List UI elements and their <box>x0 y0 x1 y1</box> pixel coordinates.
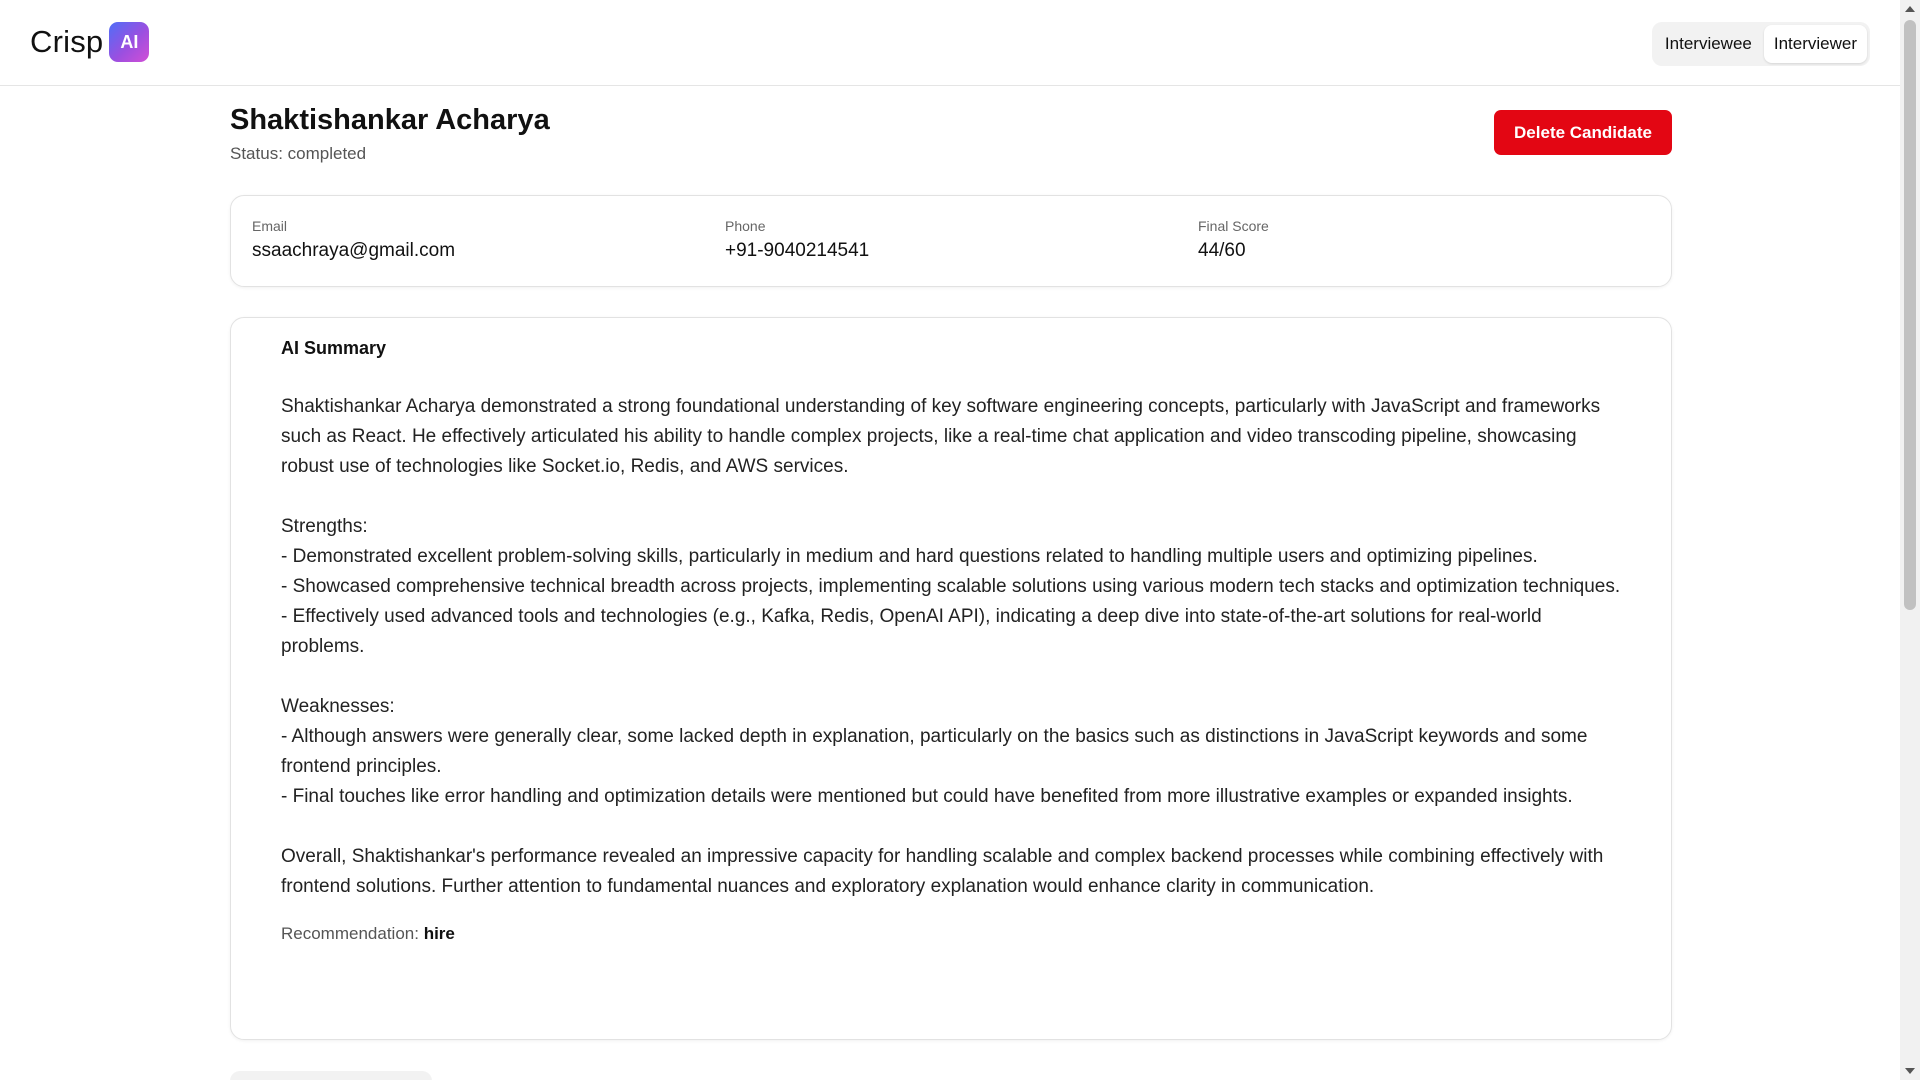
contact-info-card: Email ssaachraya@gmail.com Phone +91-904… <box>230 195 1672 287</box>
final-score-value: 44/60 <box>1198 240 1246 261</box>
candidate-header: Shaktishankar Acharya Status: completed … <box>230 86 1672 196</box>
logo-text: Crisp <box>30 24 104 59</box>
delete-candidate-button[interactable]: Delete Candidate <box>1494 110 1672 155</box>
candidate-status: Status: completed <box>230 144 367 163</box>
ai-summary-card: AI Summary Shaktishankar Acharya demonst… <box>230 317 1672 1040</box>
phone-block: Phone +91-9040214541 <box>725 218 869 262</box>
ai-summary-text: Shaktishankar Acharya demonstrated a str… <box>281 396 1621 897</box>
scroll-thumb[interactable] <box>1904 20 1916 610</box>
role-toggle: Interviewee Interviewer <box>1651 22 1870 66</box>
candidate-detail: Shaktishankar Acharya Status: completed … <box>230 86 1672 1040</box>
email-label: Email <box>252 218 288 234</box>
scroll-down-arrow-icon[interactable] <box>1905 1068 1915 1074</box>
final-score-label: Final Score <box>1198 218 1269 234</box>
interviewee-tab[interactable]: Interviewee <box>1655 25 1762 63</box>
final-score-block: Final Score 44/60 <box>1198 218 1269 262</box>
interviewer-tab[interactable]: Interviewer <box>1763 25 1867 63</box>
recommendation-value: hire <box>423 924 455 943</box>
email-block: Email ssaachraya@gmail.com <box>252 218 455 262</box>
next-section-tabs-partial[interactable] <box>230 1071 432 1080</box>
vertical-scrollbar[interactable] <box>1900 0 1920 1080</box>
top-nav-bar: Crisp AI Interviewee Interviewer <box>0 0 1900 86</box>
logo-badge: AI <box>109 22 150 62</box>
app-logo[interactable]: Crisp AI <box>30 22 150 62</box>
recommendation: Recommendation: hire <box>281 924 1621 944</box>
phone-label: Phone <box>725 218 766 234</box>
scroll-up-arrow-icon[interactable] <box>1905 6 1915 12</box>
recommendation-label: Recommendation: <box>281 924 419 943</box>
email-value: ssaachraya@gmail.com <box>252 240 456 261</box>
phone-value: +91-9040214541 <box>725 240 870 261</box>
ai-summary-title: AI Summary <box>281 338 387 358</box>
candidate-name: Shaktishankar Acharya <box>230 104 550 136</box>
